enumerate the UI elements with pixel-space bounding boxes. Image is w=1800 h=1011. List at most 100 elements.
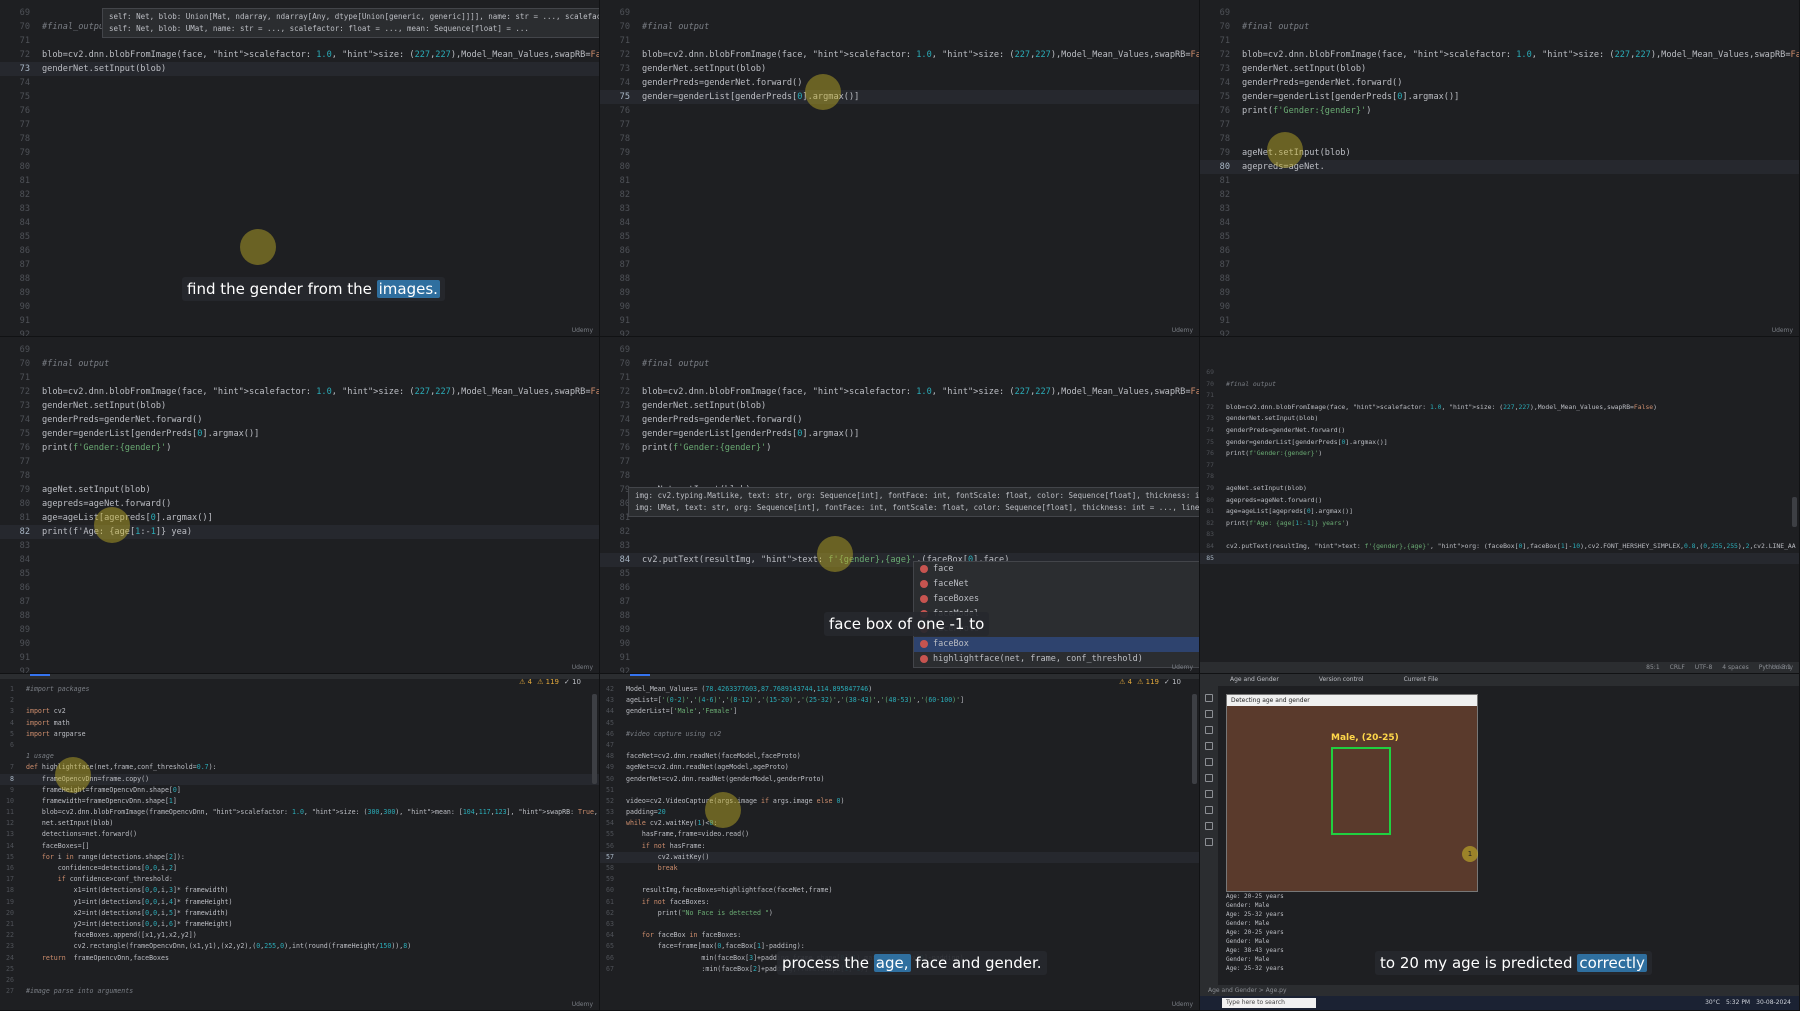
line-number: 87 (19, 597, 30, 607)
code-text: print(f'Gender:{gender}') (42, 443, 172, 453)
scrollbar-thumb[interactable] (1792, 497, 1797, 527)
line-number: 82 (1219, 190, 1230, 200)
autocomplete-item[interactable]: faceBox (914, 637, 1199, 652)
code-line: 76 (0, 104, 599, 118)
tool-window-icon[interactable] (1205, 822, 1213, 830)
line-number: 76 (1219, 106, 1230, 116)
signature-line: img: UMat, text: str, org: Sequence[int]… (635, 503, 1200, 512)
line-number: 81 (1206, 507, 1214, 516)
line-number: 76 (1206, 449, 1214, 458)
tool-window-icon[interactable] (1205, 806, 1213, 814)
code-line: 21 y2=int(detections[0,0,i,6]* frameHeig… (0, 919, 599, 930)
code-editor[interactable]: 69 70 #final output 71 72 blob=cv2.dnn.blobFr… (1200, 367, 1799, 673)
line-number: 85 (619, 232, 630, 242)
code-line: 75 gender=genderList[genderPreds[0].argma… (0, 427, 599, 441)
status-enc[interactable]: UTF-8 (1695, 664, 1713, 671)
line-number: 74 (19, 78, 30, 88)
line-number: 77 (619, 120, 630, 130)
code-line: 70 #final output (600, 20, 1199, 34)
line-number: 87 (619, 597, 630, 607)
status-indent[interactable]: 4 spaces (1722, 664, 1748, 671)
line-number: 73 (619, 64, 630, 74)
line-number: 79 (1219, 148, 1230, 158)
status-pos[interactable]: 85:1 (1646, 664, 1659, 671)
line-number: 76 (19, 443, 30, 453)
taskbar-search-input[interactable]: Type here to search (1222, 998, 1316, 1008)
code-line: 69 (600, 343, 1199, 357)
scrollbar-thumb[interactable] (592, 694, 597, 784)
code-text: cv2.waitKey() (626, 852, 710, 861)
code-text: #final output (1242, 22, 1310, 32)
line-number: 66 (606, 953, 614, 962)
udemy-watermark: Udemy (571, 1001, 593, 1008)
tool-window-icon[interactable] (1205, 742, 1213, 750)
line-number: 83 (619, 204, 630, 214)
code-editor[interactable]: 1 #import packages 2 3 import cv2 4 import mat… (0, 684, 599, 1010)
code-text: if confidence>conf_threshold: (57, 875, 173, 884)
line-number: 14 (6, 841, 14, 850)
line-number: 82 (19, 190, 30, 200)
code-text: net.setInput(blob) (26, 819, 114, 828)
tool-window-icon[interactable] (1205, 726, 1213, 734)
line-number: 42 (606, 685, 614, 693)
code-text: genderList=['Male','Female'] (626, 707, 738, 716)
line-number: 92 (619, 667, 630, 674)
tool-window-icon[interactable] (1205, 694, 1213, 702)
code-editor[interactable]: 69 70 #final output 71 72 blob=cv2.dnn.blobFr… (1200, 6, 1799, 336)
code-line: 22 faceBoxes.append([x1,y1,x2,y2]) (0, 930, 599, 941)
toolbar-project[interactable]: Age and Gender (1230, 676, 1279, 683)
line-number: 17 (6, 875, 14, 884)
autocomplete-item[interactable]: highlightface(net, frame, conf_threshold… (914, 652, 1199, 667)
code-line: 72 blob=cv2.dnn.blobFromImage(face, "hint… (1200, 402, 1799, 414)
line-number: 90 (1219, 302, 1230, 312)
tool-window-icon[interactable] (1205, 790, 1213, 798)
line-number: 86 (619, 583, 630, 593)
mouse-cursor-highlight (817, 536, 853, 572)
udemy-watermark: Udemy (1171, 1001, 1193, 1008)
autocomplete-label: faceBox (933, 639, 969, 649)
code-line: 87 (1200, 258, 1799, 272)
line-number: 83 (19, 204, 30, 214)
tool-window-icon[interactable] (1205, 710, 1213, 718)
autocomplete-item[interactable]: faceBoxes (914, 592, 1199, 607)
code-editor[interactable]: 69 70 #final output 71 72 blob=cv2.dnn.blobFr… (600, 6, 1199, 336)
code-line: 54 while cv2.waitKey(1)<0: (600, 818, 1199, 829)
toolbar-vcs[interactable]: Version control (1319, 676, 1364, 683)
code-line: 70 #final output (1200, 379, 1799, 391)
autocomplete-item[interactable]: faceNet (914, 577, 1199, 592)
code-line: 73 genderNet.setInput(blob) (1200, 62, 1799, 76)
variable-icon (920, 639, 928, 648)
tool-window-icon[interactable] (1205, 774, 1213, 782)
line-number: 58 (606, 864, 614, 872)
tool-window-icon[interactable] (1205, 838, 1213, 846)
code-line: 76 print(f'Gender:{gender}') (1200, 448, 1799, 460)
code-line: 72 blob=cv2.dnn.blobFromImage(face, "hint… (0, 48, 599, 62)
code-line: 73 genderNet.setInput(blob) (0, 62, 599, 76)
code-text: faceNet=cv2.dnn.readNet(faceModel,facePr… (626, 752, 801, 761)
tool-window-icon[interactable] (1205, 758, 1213, 766)
code-editor[interactable]: 69 70 #final output 71 72 blob=cv2.dnn.blobFr… (0, 343, 599, 673)
code-line: 4 import math (0, 718, 599, 729)
status-crlf[interactable]: CRLF (1670, 664, 1685, 671)
code-line: 85 (1200, 552, 1799, 565)
line-number: 71 (619, 36, 630, 46)
scrollbar-thumb[interactable] (1192, 694, 1197, 784)
line-number: 88 (619, 274, 630, 284)
code-text: #final output (642, 359, 710, 369)
signature-line: self: Net, blob: Union[Mat, ndarray, nda… (109, 12, 600, 21)
autocomplete-item[interactable]: face (914, 562, 1199, 577)
code-line: 17 if confidence>conf_threshold: (0, 874, 599, 885)
toolbar-config[interactable]: Current File (1404, 676, 1438, 683)
line-number: 84 (19, 218, 30, 228)
